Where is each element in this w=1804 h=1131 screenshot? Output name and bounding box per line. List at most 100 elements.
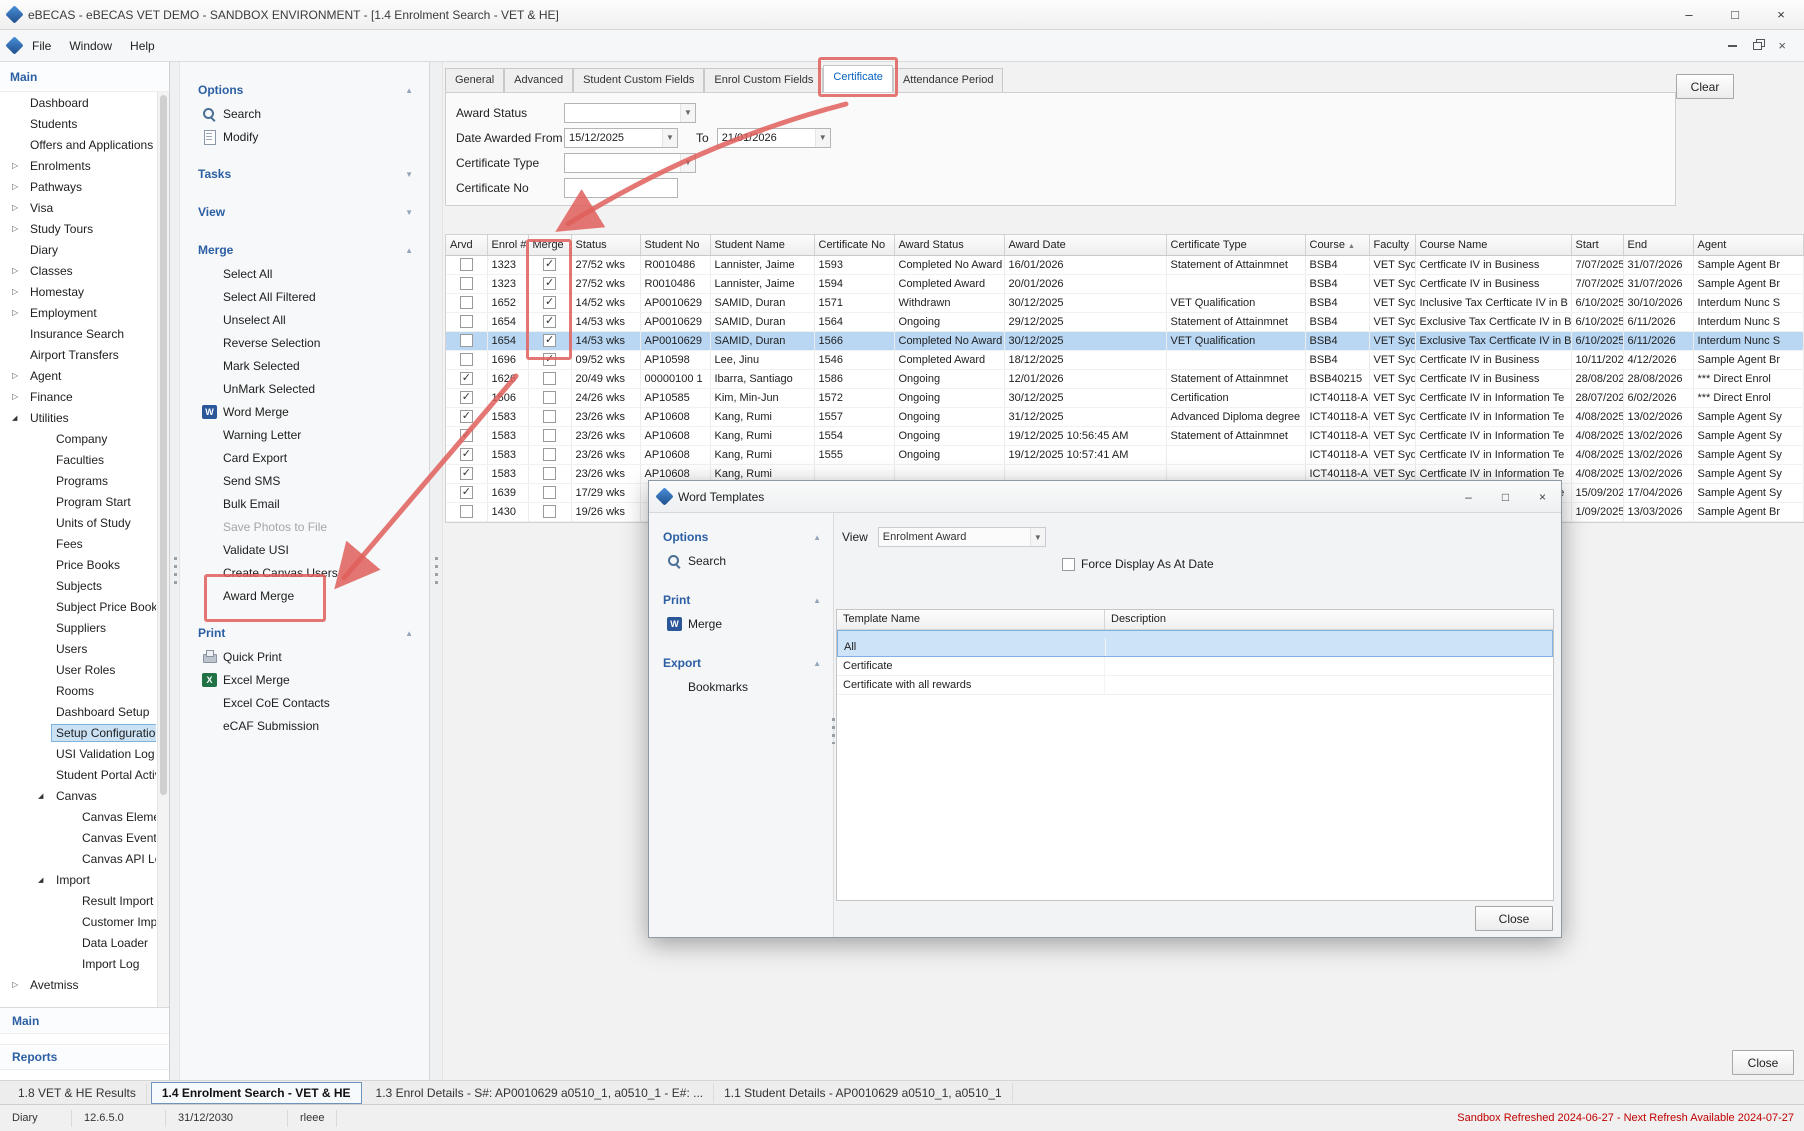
sidebar-item[interactable]: Visa (0, 197, 156, 218)
column-header[interactable]: Merge (528, 235, 571, 255)
sidebar-item[interactable]: Programs (0, 470, 156, 491)
template-row[interactable]: Certificate (837, 657, 1553, 676)
tree-expander-icon[interactable] (12, 413, 26, 422)
sidebar-item[interactable]: Import Log (0, 953, 156, 974)
description-column-header[interactable]: Description (1105, 610, 1553, 629)
clear-button[interactable]: Clear (1676, 74, 1734, 99)
enrolment-row[interactable]: 1323 27/52 wks R0010486 Lannister, Jaime… (446, 274, 1803, 293)
nav-item[interactable]: UnMark Selected (180, 377, 429, 400)
enrolment-row[interactable]: 1654 14/53 wks AP0010629 SAMID, Duran 15… (446, 331, 1803, 350)
tree-expander-icon[interactable] (12, 266, 26, 275)
splitter-sidebar[interactable] (170, 62, 180, 1080)
sidebar-item[interactable]: Canvas API Log (0, 848, 156, 869)
nav-item[interactable]: Word Merge (180, 400, 429, 423)
nav-item[interactable]: Create Canvas Users (180, 561, 429, 584)
nav-item[interactable]: Quick Print (180, 645, 429, 668)
merge-checkbox[interactable] (543, 429, 556, 442)
merge-checkbox[interactable] (543, 410, 556, 423)
column-header[interactable]: End (1623, 235, 1693, 255)
window-tab[interactable]: 1.4 Enrolment Search - VET & HE (151, 1082, 362, 1104)
sidebar-item[interactable]: Students (0, 113, 156, 134)
sidebar-item[interactable]: USI Validation Log (0, 743, 156, 764)
template-row[interactable]: All (837, 630, 1553, 657)
nav-group-header[interactable]: Options (180, 78, 429, 102)
chevron-down-icon[interactable]: ▼ (680, 104, 695, 122)
arvd-checkbox[interactable] (460, 429, 473, 442)
enrolment-row[interactable]: 1506 24/26 wks AP10585 Kim, Min-Jun 1572… (446, 388, 1803, 407)
tree-expander-icon[interactable] (12, 308, 26, 317)
nav-item[interactable]: Reverse Selection (180, 331, 429, 354)
arvd-checkbox[interactable] (460, 334, 473, 347)
tree-expander-icon[interactable] (12, 287, 26, 296)
sidebar-item[interactable]: Airport Transfers (0, 344, 156, 365)
force-display-checkbox[interactable] (1062, 558, 1075, 571)
date-to-select[interactable]: 21/01/2026 ▼ (717, 128, 831, 148)
sidebar-item[interactable]: Avetmiss (0, 974, 156, 995)
sidebar-item[interactable]: Fees (0, 533, 156, 554)
nav-group-header[interactable]: View (180, 200, 429, 224)
enrolment-row[interactable]: 1583 23/26 wks AP10608 Kang, Rumi 1555 O… (446, 445, 1803, 464)
sidebar-item[interactable]: Homestay (0, 281, 156, 302)
maximize-button[interactable]: □ (1712, 0, 1758, 29)
sidebar-item[interactable]: Price Books (0, 554, 156, 575)
nav-item[interactable]: Merge (649, 612, 833, 635)
certificate-type-select[interactable]: ▼ (564, 153, 696, 173)
chevron-down-icon[interactable]: ▼ (815, 129, 830, 147)
column-header[interactable]: Award Date (1004, 235, 1166, 255)
window-tab[interactable]: 1.8 VET & HE Results (8, 1083, 147, 1103)
sidebar-item[interactable]: Agent (0, 365, 156, 386)
tab[interactable]: Enrol Custom Fields (704, 68, 823, 92)
nav-item[interactable]: Bookmarks (649, 675, 833, 698)
merge-checkbox[interactable] (543, 296, 556, 309)
chevron-down-icon[interactable]: ▼ (680, 154, 695, 172)
nav-item[interactable]: Warning Letter (180, 423, 429, 446)
tree-expander-icon[interactable] (12, 224, 26, 233)
merge-checkbox[interactable] (543, 448, 556, 461)
arvd-checkbox[interactable] (460, 315, 473, 328)
column-header[interactable]: Student Name (710, 235, 814, 255)
sidebar-item[interactable]: Enrolments (0, 155, 156, 176)
column-header[interactable]: Course (1305, 235, 1369, 255)
column-header[interactable]: Start (1571, 235, 1623, 255)
nav-group-header[interactable]: Print (180, 621, 429, 645)
certificate-no-input[interactable] (564, 178, 678, 198)
arvd-checkbox[interactable] (460, 353, 473, 366)
tree-expander-icon[interactable] (12, 161, 26, 170)
mdi-minimize-icon[interactable] (1728, 45, 1737, 47)
sidebar-item[interactable]: Company (0, 428, 156, 449)
merge-checkbox[interactable] (543, 486, 556, 499)
mdi-close-icon[interactable]: × (1778, 39, 1786, 52)
arvd-checkbox[interactable] (460, 486, 473, 499)
sidebar-item[interactable]: User Roles (0, 659, 156, 680)
sidebar-item[interactable]: Import (0, 869, 156, 890)
nav-group-header[interactable]: Options (649, 525, 833, 549)
nav-group-header[interactable]: Tasks (180, 162, 429, 186)
date-from-select[interactable]: 15/12/2025 ▼ (564, 128, 678, 148)
tree-expander-icon[interactable] (12, 371, 26, 380)
sidebar-item[interactable]: Canvas Event L (0, 827, 156, 848)
enrolment-row[interactable]: 1583 23/26 wks AP10608 Kang, Rumi 1557 O… (446, 407, 1803, 426)
tree-scrollbar[interactable] (157, 92, 169, 1007)
enrolment-row[interactable]: 1696 09/52 wks AP10598 Lee, Jinu 1546 Co… (446, 350, 1803, 369)
splitter-panel[interactable] (430, 62, 443, 1080)
sidebar-item[interactable]: Study Tours (0, 218, 156, 239)
menu-item[interactable]: File (23, 34, 60, 58)
nav-item[interactable]: Modify (180, 125, 429, 148)
sidebar-item[interactable]: Finance (0, 386, 156, 407)
nav-group-header[interactable]: Print (649, 588, 833, 612)
arvd-checkbox[interactable] (460, 296, 473, 309)
template-row[interactable]: Certificate with all rewards (837, 676, 1553, 695)
tree-expander-icon[interactable] (38, 875, 52, 884)
merge-checkbox[interactable] (543, 391, 556, 404)
sidebar-item[interactable]: Suppliers (0, 617, 156, 638)
mdi-restore-icon[interactable] (1753, 42, 1762, 50)
column-header[interactable]: Certificate Type (1166, 235, 1305, 255)
merge-checkbox[interactable] (543, 505, 556, 518)
nav-item[interactable]: Send SMS (180, 469, 429, 492)
nav-item[interactable]: Excel CoE Contacts (180, 691, 429, 714)
tab[interactable]: Certificate (823, 65, 893, 92)
sidebar-item[interactable]: Canvas Elemen (0, 806, 156, 827)
enrolment-row[interactable]: 1652 14/52 wks AP0010629 SAMID, Duran 15… (446, 293, 1803, 312)
tree-expander-icon[interactable] (12, 203, 26, 212)
enrolment-row[interactable]: 1654 14/53 wks AP0010629 SAMID, Duran 15… (446, 312, 1803, 331)
